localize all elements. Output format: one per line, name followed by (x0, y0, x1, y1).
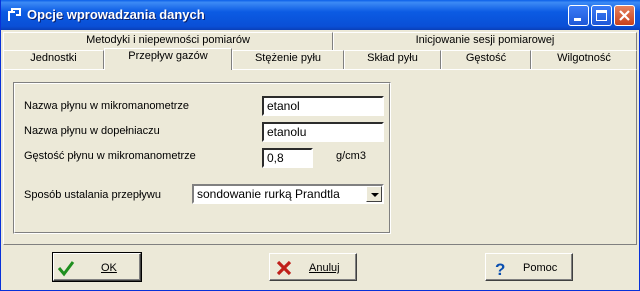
svg-text:?: ? (495, 260, 505, 277)
tab-gestosc[interactable]: Gęstość (441, 50, 531, 70)
tab-label: Wilgotność (557, 52, 611, 64)
help-button[interactable]: ? Pomoc (485, 253, 573, 281)
ok-label: OK (101, 262, 117, 274)
minimize-button[interactable] (568, 5, 589, 26)
tab-label: Przepływ gazów (128, 50, 208, 62)
window-title: Opcje wprowadzania danych (27, 7, 205, 22)
minimize-icon (574, 18, 581, 21)
close-icon (619, 10, 630, 21)
maximize-icon (596, 10, 607, 21)
fluid-genitive-label: Nazwa płynu w dopełniaczu (24, 125, 160, 137)
tab-strip: Metodyki i niepewności pomiarów Inicjowa… (3, 32, 637, 70)
fluid-micromanometer-input[interactable]: etanol (262, 96, 384, 116)
tab-label: Jednostki (30, 52, 77, 64)
tab-sklad-pylu[interactable]: Skład pyłu (344, 50, 441, 70)
tab-label: Skład pyłu (367, 52, 418, 64)
help-label: Pomoc (523, 262, 558, 274)
cross-icon (276, 260, 292, 276)
app-icon (8, 8, 21, 21)
tab-label: Metodyki i niepewności pomiarów (86, 34, 250, 46)
tab-label: Inicjowanie sesji pomiarowej (415, 34, 555, 46)
tab-przeplyw-gazow[interactable]: Przepływ gazów (104, 48, 232, 70)
tab-wilgotnosc[interactable]: Wilgotność (531, 50, 637, 70)
tab-label: Gęstość (465, 52, 507, 64)
fluid-genitive-input[interactable]: etanolu (262, 122, 384, 142)
flow-method-value: sondowanie rurką Prandtla (197, 187, 340, 201)
cancel-label: Anuluj (309, 262, 340, 274)
cancel-button[interactable]: Anuluj (269, 253, 357, 281)
density-unit: g/cm3 (336, 150, 366, 162)
chevron-down-icon[interactable] (366, 186, 382, 202)
checkmark-icon (57, 261, 75, 277)
help-icon: ? (495, 260, 505, 277)
flow-method-label: Sposób ustalania przepływu (24, 189, 161, 201)
flow-method-select[interactable]: sondowanie rurką Prandtla (192, 184, 384, 204)
tab-jednostki[interactable]: Jednostki (3, 50, 104, 70)
ok-button[interactable]: OK (52, 252, 142, 282)
maximize-button[interactable] (591, 5, 612, 26)
tab-label: Stężenie pyłu (254, 52, 322, 64)
tab-inicjowanie[interactable]: Inicjowanie sesji pomiarowej (333, 32, 637, 50)
tab-stezenie-pylu[interactable]: Stężenie pyłu (232, 50, 344, 70)
density-input[interactable]: 0,8 (262, 148, 313, 168)
fluid-micromanometer-label: Nazwa płynu w mikromanometrze (24, 100, 190, 112)
close-button[interactable] (614, 5, 635, 26)
title-bar[interactable]: Opcje wprowadzania danych (1, 0, 640, 30)
dialog-window: Opcje wprowadzania danych Metodyki i nie… (0, 0, 640, 291)
density-label: Gęstość płynu w mikromanometrze (24, 150, 196, 162)
